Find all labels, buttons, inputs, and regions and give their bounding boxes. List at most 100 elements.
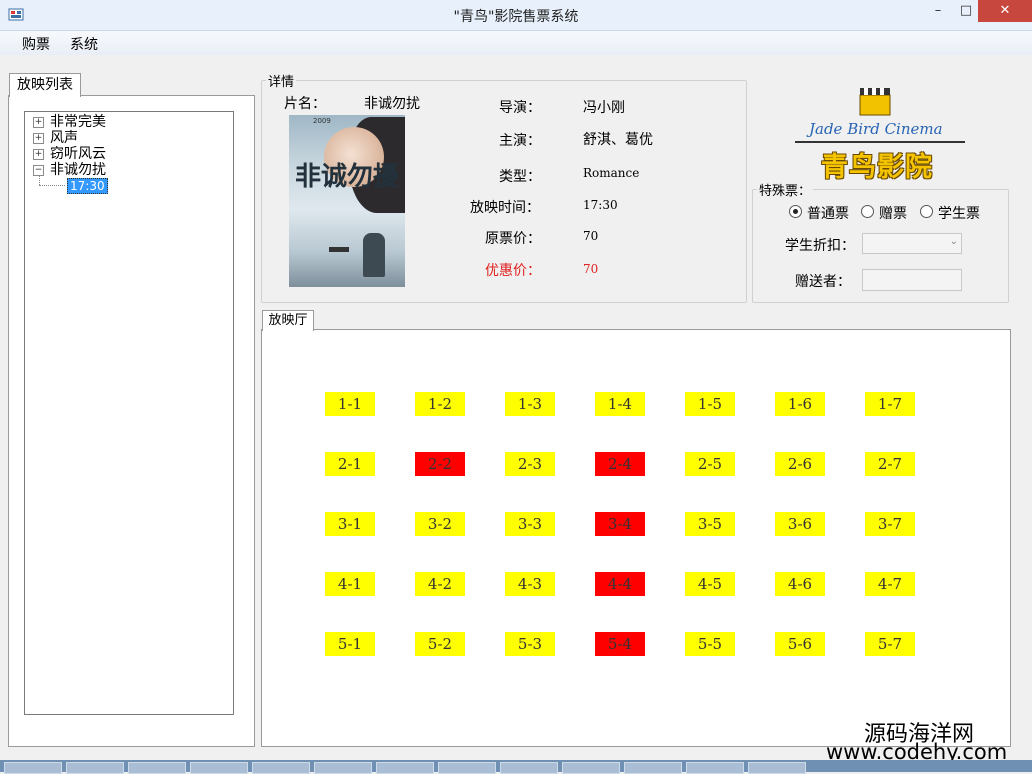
showtime-value: 17:30 bbox=[583, 198, 618, 212]
tree-node-movie[interactable]: + 非常完美 bbox=[33, 114, 106, 130]
details-legend: 详情 bbox=[266, 71, 297, 90]
radio-student-ticket[interactable] bbox=[920, 205, 933, 218]
seat-3-3[interactable]: 3-3 bbox=[505, 512, 555, 536]
chevron-down-icon: ⌄ bbox=[949, 236, 958, 247]
seat-2-4[interactable]: 2-4 bbox=[595, 452, 645, 476]
tree-node-movie[interactable]: + 窃听风云 bbox=[33, 146, 106, 162]
taskbar-item[interactable] bbox=[748, 762, 806, 774]
seat-1-2[interactable]: 1-2 bbox=[415, 392, 465, 416]
student-discount-select[interactable]: ⌄ bbox=[862, 233, 962, 254]
seat-5-2[interactable]: 5-2 bbox=[415, 632, 465, 656]
seat-1-4[interactable]: 1-4 bbox=[595, 392, 645, 416]
tree-node-movie[interactable]: − 非诚勿扰 bbox=[33, 162, 106, 178]
seat-4-5[interactable]: 4-5 bbox=[685, 572, 735, 596]
seat-2-5[interactable]: 2-5 bbox=[685, 452, 735, 476]
seat-4-7[interactable]: 4-7 bbox=[865, 572, 915, 596]
tab-screening-list[interactable]: 放映列表 bbox=[9, 73, 81, 97]
actor-value: 舒淇、葛优 bbox=[583, 132, 653, 148]
taskbar-item[interactable] bbox=[500, 762, 558, 774]
poster-art bbox=[363, 233, 385, 277]
tree-node-label: 风声 bbox=[50, 130, 78, 146]
showtime-label: 放映时间： bbox=[470, 200, 540, 216]
logo-english: Jade Bird Cinema bbox=[809, 120, 943, 138]
seat-3-4[interactable]: 3-4 bbox=[595, 512, 645, 536]
seat-5-4[interactable]: 5-4 bbox=[595, 632, 645, 656]
director-label: 导演： bbox=[499, 100, 541, 116]
type-value: Romance bbox=[583, 166, 640, 180]
seat-1-7[interactable]: 1-7 bbox=[865, 392, 915, 416]
taskbar-item[interactable] bbox=[376, 762, 434, 774]
close-button[interactable]: ✕ bbox=[978, 0, 1032, 22]
discount-price-value: 70 bbox=[583, 262, 599, 276]
seat-3-2[interactable]: 3-2 bbox=[415, 512, 465, 536]
seat-2-2[interactable]: 2-2 bbox=[415, 452, 465, 476]
taskbar-item[interactable] bbox=[190, 762, 248, 774]
taskbar bbox=[0, 760, 1032, 774]
taskbar-item[interactable] bbox=[4, 762, 62, 774]
radio-gift-ticket[interactable] bbox=[861, 205, 874, 218]
maximize-button[interactable]: □ bbox=[952, 0, 980, 22]
seat-4-1[interactable]: 4-1 bbox=[325, 572, 375, 596]
expand-icon[interactable]: + bbox=[33, 132, 44, 144]
tree-node-movie[interactable]: + 风声 bbox=[33, 130, 78, 146]
taskbar-item[interactable] bbox=[252, 762, 310, 774]
seat-3-5[interactable]: 3-5 bbox=[685, 512, 735, 536]
expand-icon[interactable]: + bbox=[33, 148, 44, 160]
logo-chinese: 青鸟影院 bbox=[821, 152, 933, 183]
movie-poster: 2009 非诚勿擾 bbox=[289, 115, 405, 287]
special-ticket-legend: 特殊票： bbox=[757, 180, 814, 199]
taskbar-item[interactable] bbox=[562, 762, 620, 774]
movie-name-value: 非诚勿扰 bbox=[364, 96, 420, 112]
seat-4-3[interactable]: 4-3 bbox=[505, 572, 555, 596]
poster-art bbox=[329, 247, 349, 252]
cinema-logo: Jade Bird Cinema 青鸟影院 bbox=[795, 86, 970, 183]
giver-input[interactable] bbox=[862, 269, 962, 291]
radio-label: 普通票 bbox=[807, 206, 849, 222]
taskbar-item[interactable] bbox=[438, 762, 496, 774]
expand-icon[interactable]: + bbox=[33, 116, 44, 128]
seat-4-6[interactable]: 4-6 bbox=[775, 572, 825, 596]
type-label: 类型： bbox=[499, 169, 541, 185]
tree-node-label: 非诚勿扰 bbox=[50, 162, 106, 178]
seat-1-1[interactable]: 1-1 bbox=[325, 392, 375, 416]
seat-3-1[interactable]: 3-1 bbox=[325, 512, 375, 536]
seat-5-7[interactable]: 5-7 bbox=[865, 632, 915, 656]
actor-label: 主演： bbox=[499, 133, 541, 149]
taskbar-item[interactable] bbox=[128, 762, 186, 774]
seat-2-3[interactable]: 2-3 bbox=[505, 452, 555, 476]
original-price-value: 70 bbox=[583, 229, 599, 243]
director-value: 冯小刚 bbox=[583, 100, 625, 116]
poster-year: 2009 bbox=[313, 117, 331, 125]
menu-system[interactable]: 系统 bbox=[70, 34, 98, 54]
menu-bar: 购票 系统 bbox=[0, 31, 1032, 55]
seat-1-5[interactable]: 1-5 bbox=[685, 392, 735, 416]
seat-4-2[interactable]: 4-2 bbox=[415, 572, 465, 596]
tree-node-label: 非常完美 bbox=[50, 114, 106, 130]
seat-4-4[interactable]: 4-4 bbox=[595, 572, 645, 596]
taskbar-item[interactable] bbox=[686, 762, 744, 774]
seat-5-1[interactable]: 5-1 bbox=[325, 632, 375, 656]
minimize-button[interactable]: – bbox=[924, 0, 952, 22]
seat-2-1[interactable]: 2-1 bbox=[325, 452, 375, 476]
student-discount-label: 学生折扣： bbox=[785, 238, 855, 254]
seat-1-3[interactable]: 1-3 bbox=[505, 392, 555, 416]
menu-buy-ticket[interactable]: 购票 bbox=[22, 34, 50, 54]
discount-price-label: 优惠价： bbox=[485, 263, 541, 279]
seat-5-3[interactable]: 5-3 bbox=[505, 632, 555, 656]
seat-1-6[interactable]: 1-6 bbox=[775, 392, 825, 416]
close-icon: ✕ bbox=[999, 3, 1011, 18]
radio-normal-ticket[interactable] bbox=[789, 205, 802, 218]
collapse-icon[interactable]: − bbox=[33, 164, 44, 176]
seat-5-5[interactable]: 5-5 bbox=[685, 632, 735, 656]
seat-2-7[interactable]: 2-7 bbox=[865, 452, 915, 476]
taskbar-item[interactable] bbox=[624, 762, 682, 774]
tree-node-showtime[interactable]: 17:30 bbox=[67, 178, 108, 194]
tab-hall[interactable]: 放映厅 bbox=[262, 310, 314, 331]
seat-3-7[interactable]: 3-7 bbox=[865, 512, 915, 536]
seat-2-6[interactable]: 2-6 bbox=[775, 452, 825, 476]
taskbar-item[interactable] bbox=[314, 762, 372, 774]
taskbar-item[interactable] bbox=[66, 762, 124, 774]
seat-3-6[interactable]: 3-6 bbox=[775, 512, 825, 536]
minimize-icon: – bbox=[934, 3, 942, 18]
seat-5-6[interactable]: 5-6 bbox=[775, 632, 825, 656]
